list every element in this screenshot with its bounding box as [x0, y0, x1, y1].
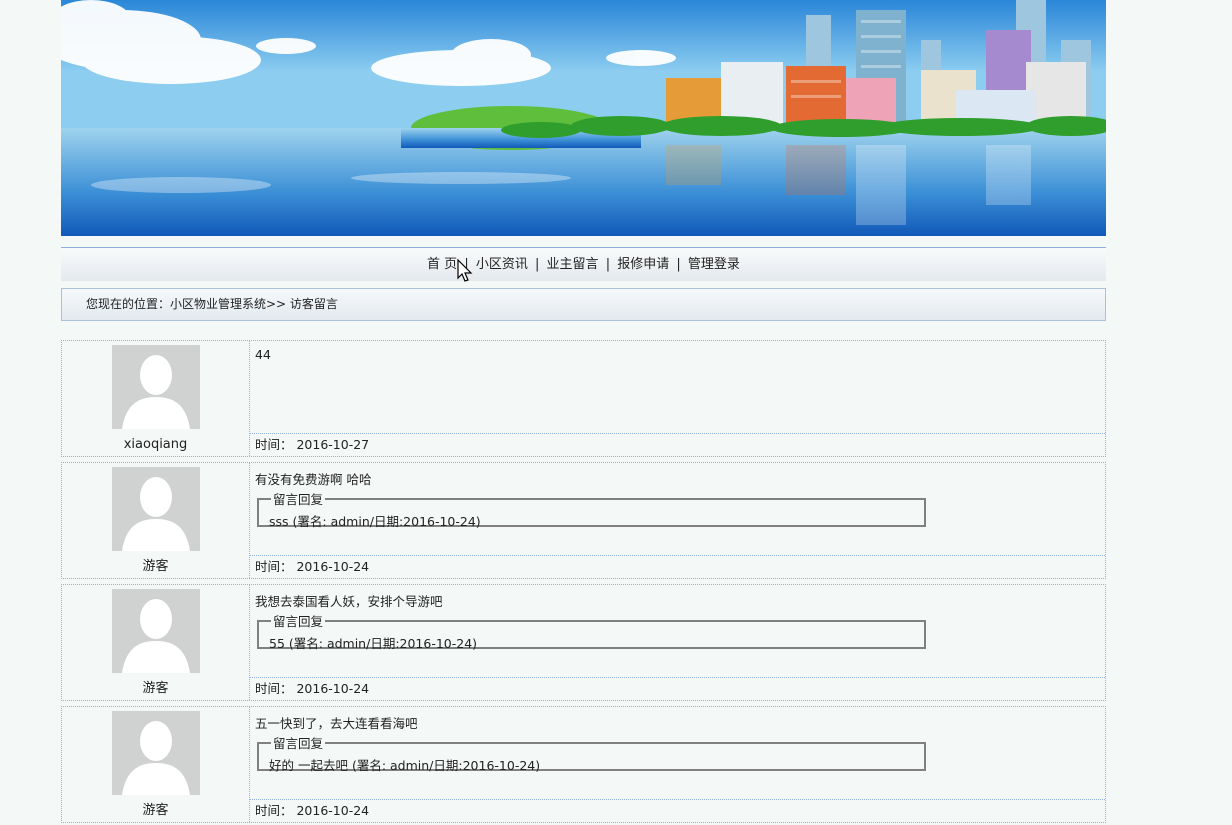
- message-reply-box: 留言回复 sss (署名: admin/日期:2016-10-24): [257, 489, 926, 529]
- message-content: 五一快到了，去大连看看海吧: [255, 716, 418, 731]
- reply-text: 好的 一起去吧 (署名: admin/日期:2016-10-24): [269, 758, 541, 773]
- message-username: xiaoqiang: [123, 437, 188, 452]
- reply-legend: 留言回复: [273, 492, 324, 507]
- message-item: 游客 五一快到了，去大连看看海吧 留言回复 好的 一起去吧 (署名: admin…: [61, 706, 1106, 823]
- nav-separator: |: [535, 257, 540, 272]
- message-time: 时间： 2016-10-24: [250, 799, 1105, 822]
- message-item: xiaoqiang 44 时间： 2016-10-27: [61, 340, 1106, 457]
- message-username: 游客: [142, 681, 169, 696]
- message-content: 有没有免费游啊 哈哈: [255, 472, 372, 487]
- avatar-placeholder-icon: [112, 589, 200, 673]
- nav-community-news-link[interactable]: 小区资讯: [476, 257, 528, 272]
- message-reply-box: 留言回复 55 (署名: admin/日期:2016-10-24): [257, 611, 926, 651]
- nav-admin-login-link[interactable]: 管理登录: [688, 257, 740, 272]
- breadcrumb: 您现在的位置：小区物业管理系统>> 访客留言: [61, 288, 1106, 321]
- mouse-cursor-icon: [457, 259, 473, 282]
- reply-text: sss (署名: admin/日期:2016-10-24): [269, 514, 481, 529]
- message-username: 游客: [142, 803, 169, 818]
- reply-legend: 留言回复: [273, 614, 324, 629]
- message-content: 44: [255, 347, 271, 362]
- message-time: 时间： 2016-10-24: [250, 677, 1105, 700]
- nav-repair-request-link[interactable]: 报修申请: [617, 257, 669, 272]
- reply-text: 55 (署名: admin/日期:2016-10-24): [269, 636, 478, 651]
- avatar-placeholder-icon: [112, 467, 200, 551]
- message-user-panel: xiaoqiang: [62, 341, 250, 456]
- message-user-panel: 游客: [62, 463, 250, 578]
- breadcrumb-text: 您现在的位置：小区物业管理系统>> 访客留言: [86, 297, 338, 311]
- nav-home-link[interactable]: 首 页: [427, 257, 457, 272]
- header-banner: [61, 0, 1106, 236]
- reply-legend: 留言回复: [273, 736, 324, 751]
- message-time: 时间： 2016-10-24: [250, 555, 1105, 578]
- message-item: 游客 我想去泰国看人妖，安排个导游吧 留言回复 55 (署名: admin/日期…: [61, 584, 1106, 701]
- message-content: 我想去泰国看人妖，安排个导游吧: [255, 594, 443, 609]
- message-user-panel: 游客: [62, 707, 250, 822]
- main-nav: 首 页 | 小区资讯 | 业主留言 | 报修申请 | 管理登录: [61, 247, 1106, 281]
- nav-owner-messages-link[interactable]: 业主留言: [547, 257, 599, 272]
- nav-separator: |: [605, 257, 611, 272]
- message-time: 时间： 2016-10-27: [250, 433, 1105, 456]
- message-reply-box: 留言回复 好的 一起去吧 (署名: admin/日期:2016-10-24): [257, 733, 926, 773]
- avatar-placeholder-icon: [112, 345, 200, 429]
- nav-separator: |: [676, 257, 681, 272]
- page-container: 首 页 | 小区资讯 | 业主留言 | 报修申请 | 管理登录 您现在的位置：小…: [61, 0, 1106, 823]
- message-item: 游客 有没有免费游啊 哈哈 留言回复 sss (署名: admin/日期:201…: [61, 462, 1106, 579]
- city-skyline-banner-image: [61, 0, 1106, 236]
- message-user-panel: 游客: [62, 585, 250, 700]
- message-username: 游客: [142, 559, 169, 574]
- avatar-placeholder-icon: [112, 711, 200, 795]
